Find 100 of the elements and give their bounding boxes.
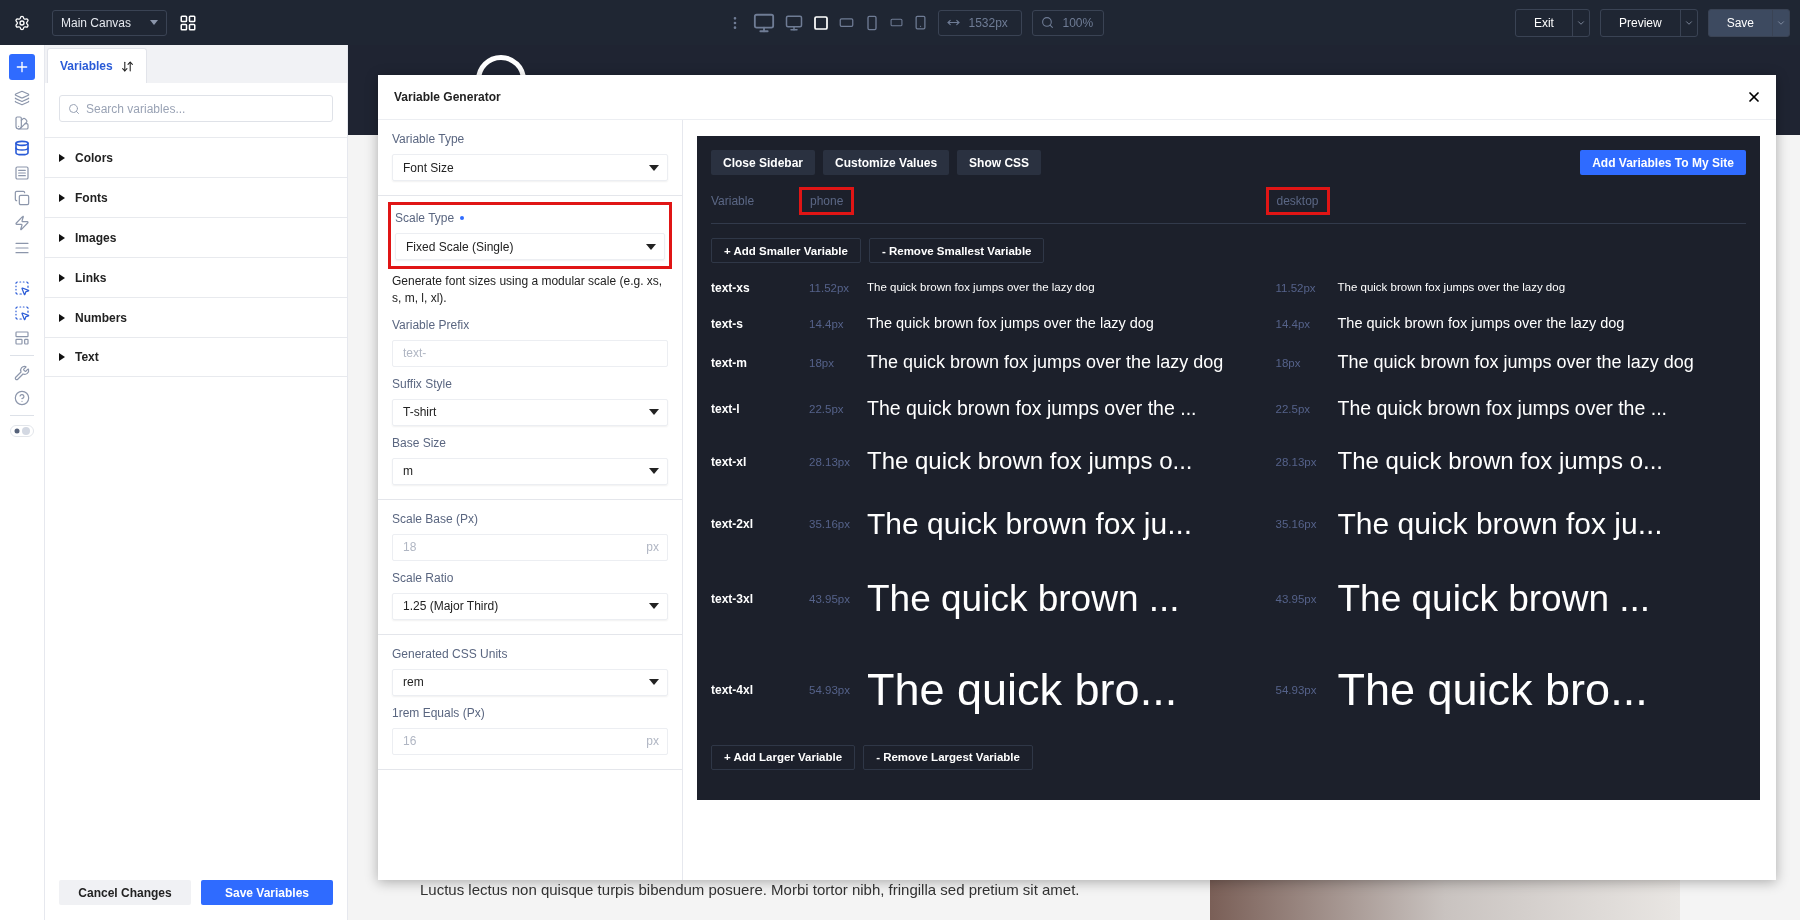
grid-icon[interactable] xyxy=(179,13,197,32)
size-value: 43.95px xyxy=(809,593,851,606)
preview-text: The quick brown fox jumps over the lazy dog xyxy=(867,352,1225,374)
variable-name: text-4xl xyxy=(711,682,755,697)
caret-icon xyxy=(649,164,659,171)
preview-text: The quick bro... xyxy=(867,662,1179,717)
column-header: Variable xyxy=(711,193,755,210)
select-field[interactable]: Fixed Scale (Single) xyxy=(395,233,665,260)
preview-text: The quick brown fox jumps over the ... xyxy=(867,397,1198,421)
variables-tab[interactable]: Variables xyxy=(47,48,147,83)
variable-name: text-3xl xyxy=(711,592,755,607)
column-header: phone xyxy=(799,187,855,215)
size-value: 14.4px xyxy=(809,317,845,330)
preview-text: The quick brown fox jumps over the lazy dog xyxy=(1337,281,1567,295)
size-value: 43.95px xyxy=(1275,593,1318,606)
variable-group[interactable]: Text xyxy=(45,337,347,377)
select-field[interactable]: m xyxy=(392,457,668,485)
variable-group[interactable]: Images xyxy=(45,217,347,257)
wrench-icon[interactable] xyxy=(14,365,30,381)
pointer-select-icon[interactable] xyxy=(14,280,30,296)
add-smaller-button[interactable]: + Add Smaller Variable xyxy=(711,238,861,263)
variable-name: text-xs xyxy=(711,281,751,295)
database-icon[interactable] xyxy=(14,140,30,156)
lines-icon[interactable] xyxy=(14,240,30,256)
caret-icon xyxy=(59,353,65,361)
field-label: Scale Ratio xyxy=(392,570,455,585)
toolbar-button[interactable]: Close Sidebar xyxy=(711,150,816,175)
remove-smallest-button[interactable]: - Remove Smallest Variable xyxy=(868,238,1045,263)
pointer-select-icon[interactable] xyxy=(14,305,30,321)
caret-icon xyxy=(59,273,65,282)
preview-text: The quick brown fox ju... xyxy=(867,506,1194,543)
search-icon xyxy=(68,102,80,115)
size-value: 14.4px xyxy=(1275,317,1312,330)
size-value: 35.16px xyxy=(809,518,851,531)
variable-name: text-l xyxy=(711,401,741,416)
caret-icon xyxy=(59,153,65,162)
variable-name: text-xl xyxy=(711,454,748,469)
remove-largest-button[interactable]: - Remove Largest Variable xyxy=(863,744,1033,770)
preview-text: The quick brown fox jumps over the lazy dog xyxy=(1337,315,1626,333)
toggle-icon[interactable] xyxy=(10,425,34,437)
size-value: 28.13px xyxy=(1275,455,1318,468)
form-icon[interactable] xyxy=(14,165,30,181)
caret-icon xyxy=(59,193,65,202)
preview-text: The quick bro... xyxy=(1337,662,1649,717)
plus-icon xyxy=(14,59,30,75)
variable-group[interactable]: Links xyxy=(45,257,347,297)
swatch-icon[interactable] xyxy=(14,115,30,131)
description-text: Generate font sizes using a modular scale (e.g. xs, s, m, l, xl). xyxy=(392,273,664,308)
select-field[interactable]: T-shirt xyxy=(392,398,668,426)
layout-icon[interactable] xyxy=(14,330,30,346)
toolbar-button[interactable]: Customize Values xyxy=(823,150,950,175)
preview-text: The quick brown fox jumps over the ... xyxy=(1337,397,1668,421)
select-field[interactable]: rem xyxy=(392,668,668,696)
sort-icon xyxy=(120,59,134,73)
preview-text: The quick brown fox jumps over the lazy dog xyxy=(867,281,1096,295)
size-value: 18px xyxy=(809,357,835,370)
variable-name: text-s xyxy=(711,316,744,331)
add-button[interactable] xyxy=(9,54,35,80)
zoom-field[interactable]: 100% xyxy=(1032,9,1105,36)
lightning-icon[interactable] xyxy=(14,215,30,231)
size-value: 18px xyxy=(1275,357,1302,370)
preview-text: The quick brown fox ju... xyxy=(1337,506,1664,543)
caret-icon xyxy=(646,243,656,250)
device-icon[interactable] xyxy=(813,14,830,31)
settings-icon[interactable] xyxy=(14,14,30,31)
toolbar-button[interactable]: Show CSS xyxy=(957,150,1042,175)
field-label: Scale Type xyxy=(395,211,665,225)
help-icon[interactable] xyxy=(14,390,30,406)
caret-icon xyxy=(649,468,659,475)
preview-text: The quick brown ... xyxy=(867,577,1181,622)
caret-icon xyxy=(59,313,65,322)
preview-text: The quick brown fox jumps o... xyxy=(867,447,1194,477)
copy-icon[interactable] xyxy=(14,190,30,206)
size-value: 54.93px xyxy=(1275,683,1318,696)
add-variables-button[interactable]: Add Variables To My Site xyxy=(1580,150,1746,175)
field-label: Generated CSS Units xyxy=(392,646,509,661)
cancel-button[interactable]: Cancel Changes xyxy=(59,880,191,905)
toolbar-button[interactable]: Exit xyxy=(1514,8,1590,37)
size-value: 28.13px xyxy=(809,455,851,468)
close-icon[interactable] xyxy=(1746,89,1762,105)
toolbar-button[interactable]: Save xyxy=(1707,8,1790,37)
variable-group[interactable]: Colors xyxy=(45,137,347,177)
select-field[interactable]: Font Size xyxy=(392,154,668,181)
variable-name: text-2xl xyxy=(711,517,755,532)
size-value: 22.5px xyxy=(1275,402,1312,415)
caret-icon xyxy=(150,20,158,25)
size-value: 54.93px xyxy=(809,683,851,696)
column-header: desktop xyxy=(1265,187,1330,215)
width-field[interactable]: 1532px xyxy=(938,9,1023,36)
toolbar-button[interactable]: Preview xyxy=(1599,8,1698,37)
variable-group[interactable]: Numbers xyxy=(45,297,347,337)
layers-icon[interactable] xyxy=(14,90,30,106)
canvas-dropdown[interactable]: Main Canvas xyxy=(52,9,167,36)
select-field[interactable]: 1.25 (Major Third) xyxy=(392,592,668,620)
paragraph: Luctus lectus non quisque turpis bibendum posuere. Morbi tortor nibh, fringilla sed pretium sit amet. xyxy=(420,881,1081,898)
variable-group[interactable]: Fonts xyxy=(45,177,347,217)
save-button[interactable]: Save Variables xyxy=(201,880,333,905)
size-value: 11.52px xyxy=(1275,282,1317,294)
modal-title: Variable Generator xyxy=(394,90,501,104)
add-larger-button[interactable]: + Add Larger Variable xyxy=(711,744,856,770)
